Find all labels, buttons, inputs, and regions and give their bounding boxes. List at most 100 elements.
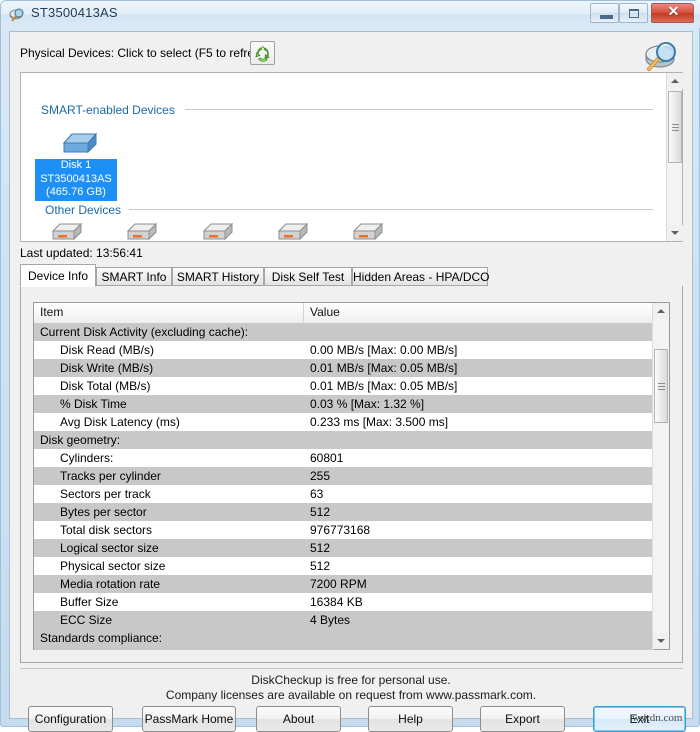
disk-magnifier-icon <box>645 42 676 71</box>
chevron-down-icon <box>671 231 679 235</box>
table-scroll-up-button[interactable] <box>653 303 669 319</box>
chevron-up-icon <box>657 309 665 313</box>
table-scrollbar[interactable] <box>652 303 669 649</box>
tab-smart-history[interactable]: SMART History <box>172 267 264 286</box>
table-row[interactable]: Buffer Size 16384 KB <box>34 593 654 611</box>
table-row[interactable]: Disk geometry: <box>34 431 654 449</box>
table-row[interactable]: Physical sector size 512 <box>34 557 654 575</box>
row-item: Disk Total (MB/s) <box>60 379 151 393</box>
other-device-icon[interactable] <box>276 217 310 241</box>
devices-scroll-down-button[interactable] <box>667 225 683 241</box>
other-device-icon[interactable] <box>125 217 159 241</box>
table-row[interactable]: ATA8-ACS Supported Yes <box>34 647 654 650</box>
table-row[interactable]: Avg Disk Latency (ms) 0.233 ms [Max: 3.50… <box>34 413 654 431</box>
about-button[interactable]: About <box>256 706 341 732</box>
row-item: Total disk sectors <box>60 523 153 537</box>
table-row[interactable]: Tracks per cylinder 255 <box>34 467 654 485</box>
other-devices-group-label: Other Devices <box>41 203 126 217</box>
row-item: Sectors per track <box>60 487 151 501</box>
row-item: Disk geometry: <box>40 433 121 447</box>
tab-disk-self-test[interactable]: Disk Self Test <box>264 267 352 286</box>
row-item: ECC Size <box>60 613 113 627</box>
table-scroll-thumb[interactable] <box>654 349 668 423</box>
footer-divider <box>20 668 683 669</box>
client-area: Physical Devices: Click to select (F5 to… <box>9 31 693 732</box>
export-button[interactable]: Export <box>480 706 565 732</box>
row-item: Avg Disk Latency (ms) <box>60 415 180 429</box>
table-row[interactable]: Current Disk Activity (excluding cache): <box>34 323 654 341</box>
table-row[interactable]: ECC Size 4 Bytes <box>34 611 654 629</box>
window-title: ST3500413AS <box>31 5 118 20</box>
tab-strip: Device Info SMART Info SMART History Disk S… <box>20 264 683 287</box>
row-item: Current Disk Activity (excluding cache): <box>40 325 249 339</box>
table-row[interactable]: Bytes per sector 512 <box>34 503 654 521</box>
row-value: 63 <box>310 487 324 501</box>
table-row[interactable]: Cylinders: 60801 <box>34 449 654 467</box>
column-header-value[interactable]: Value <box>304 303 654 323</box>
row-item: Physical sector size <box>60 559 166 573</box>
table-row[interactable]: % Disk Time 0.03 % [Max: 1.32 %] <box>34 395 654 413</box>
row-item: ATA8-ACS Supported <box>60 647 176 650</box>
other-device-icon[interactable] <box>50 217 84 241</box>
devices-scrollbar[interactable] <box>666 73 683 241</box>
watermark: wsxdn.com <box>632 712 683 724</box>
grip-icon <box>672 124 679 131</box>
column-header-item[interactable]: Item <box>34 303 304 323</box>
row-value: 512 <box>310 505 331 519</box>
row-item: Disk Read (MB/s) <box>60 343 155 357</box>
row-value: 4 Bytes <box>310 613 351 627</box>
close-button[interactable]: ✕ <box>651 3 694 23</box>
row-value: 0.03 % [Max: 1.32 %] <box>310 397 425 411</box>
configuration-button[interactable]: Configuration <box>28 706 113 732</box>
tab-smart-info[interactable]: SMART Info <box>96 267 172 286</box>
physical-devices-label: Physical Devices: Click to select (F5 to… <box>20 46 271 60</box>
row-item: % Disk Time <box>60 397 127 411</box>
row-value: 255 <box>310 469 331 483</box>
row-value: 60801 <box>310 451 344 465</box>
close-icon: ✕ <box>667 5 680 20</box>
refresh-button[interactable] <box>250 41 275 65</box>
tab-hidden-areas-hpa-dco[interactable]: Hidden Areas - HPA/DCO <box>352 267 490 286</box>
minimize-button[interactable] <box>590 3 619 23</box>
other-group-divider <box>129 209 653 210</box>
table-row[interactable]: Media rotation rate 7200 RPM <box>34 575 654 593</box>
row-item: Buffer Size <box>60 595 119 609</box>
maximize-button[interactable] <box>619 3 648 23</box>
table-row[interactable]: Standards compliance: <box>34 629 654 647</box>
table-scroll-down-button[interactable] <box>653 633 669 649</box>
tab-page-device-info: Item Value Current Disk Activity (exclud… <box>20 286 683 663</box>
table-row[interactable]: Disk Read (MB/s) 0.00 MB/s [Max: 0.00 MB/… <box>34 341 654 359</box>
table-row[interactable]: Disk Total (MB/s) 0.01 MB/s [Max: 0.05 MB… <box>34 377 654 395</box>
row-value: 512 <box>310 541 331 555</box>
application-window: ST3500413AS ✕ Physical Devices: Click to… <box>0 0 700 732</box>
disk-1-line2: ST3500413AS <box>40 172 112 185</box>
row-value: 0.01 MB/s [Max: 0.05 MB/s] <box>310 361 458 375</box>
table-body: Current Disk Activity (excluding cache):… <box>34 323 654 650</box>
grip-icon <box>658 383 665 390</box>
other-device-icon[interactable] <box>201 217 235 241</box>
passmark-home-button[interactable]: PassMark Home <box>142 706 236 732</box>
devices-scroll-up-button[interactable] <box>667 73 683 89</box>
table-row[interactable]: Logical sector size 512 <box>34 539 654 557</box>
devices-scroll-thumb[interactable] <box>668 91 682 163</box>
table-row[interactable]: Sectors per track 63 <box>34 485 654 503</box>
row-item: Cylinders: <box>60 451 114 465</box>
help-button[interactable]: Help <box>368 706 453 732</box>
disk-1-line3: (465.76 GB) <box>46 186 106 198</box>
minimize-icon <box>600 15 613 19</box>
title-bar: ST3500413AS ✕ <box>1 1 700 28</box>
last-updated-status: Last updated: 13:56:41 <box>20 246 143 260</box>
tab-device-info[interactable]: Device Info <box>20 264 96 287</box>
row-item: Media rotation rate <box>60 577 161 591</box>
table-row[interactable]: Disk Write (MB/s) 0.01 MB/s [Max: 0.05 MB… <box>34 359 654 377</box>
row-value: 0.01 MB/s [Max: 0.05 MB/s] <box>310 379 458 393</box>
disk-1-item[interactable]: Disk 1 ST3500413AS (465.76 GB) <box>35 159 117 201</box>
table-row[interactable]: Total disk sectors 976773168 <box>34 521 654 539</box>
other-device-icon[interactable] <box>351 217 385 241</box>
row-value: 976773168 <box>310 523 371 537</box>
disk-1-line1: Disk 1 <box>60 159 92 171</box>
device-info-table: Item Value Current Disk Activity (exclud… <box>33 302 670 650</box>
smart-group-divider <box>185 109 653 110</box>
disk-icon <box>62 132 98 154</box>
row-value: 7200 RPM <box>310 577 367 591</box>
